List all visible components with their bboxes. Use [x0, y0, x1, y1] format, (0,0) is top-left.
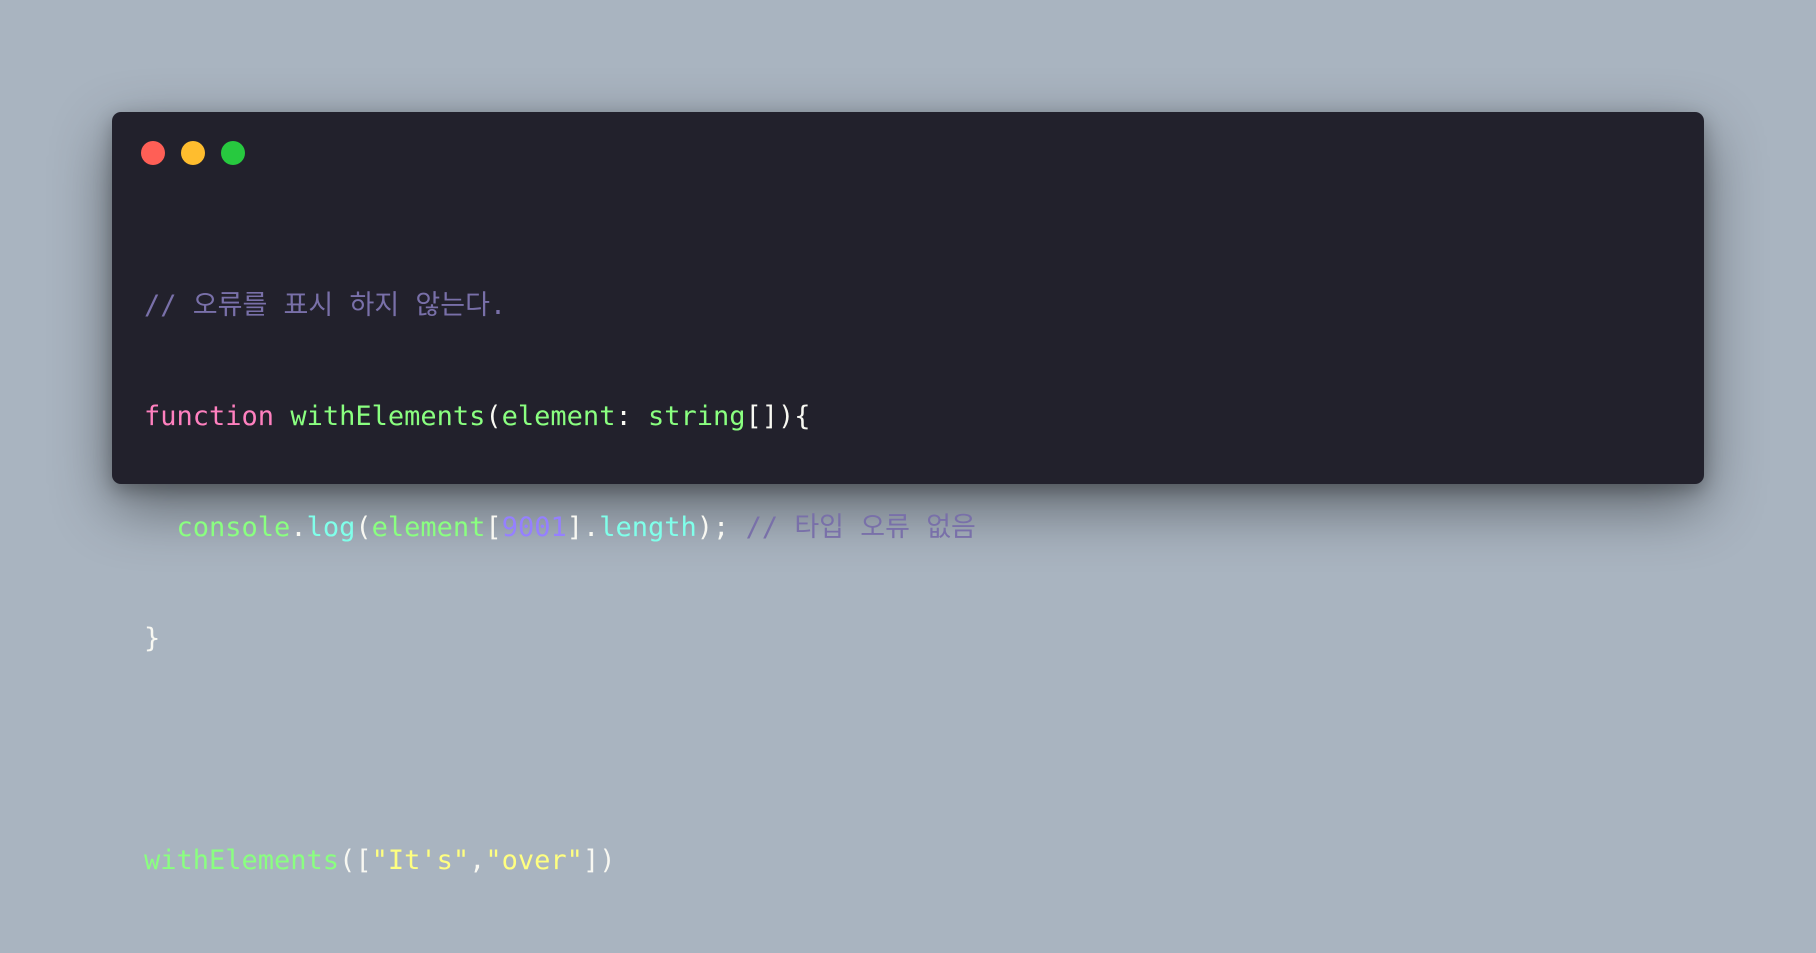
method-name: log [306, 512, 356, 543]
number-literal: 9001 [501, 512, 567, 543]
code-line-2: function withElements(element: string[])… [144, 398, 976, 435]
code-window: // 오류를 표시 하지 않는다. function withElements(… [112, 112, 1704, 876]
minimize-dot-icon[interactable] [181, 141, 205, 165]
punctuation: [ [485, 512, 502, 543]
type-name: string [647, 401, 746, 432]
code-comment: // 오류를 표시 하지 않는다. [144, 290, 507, 321]
string-literal: "It's" [371, 845, 470, 876]
punctuation: ] [566, 512, 583, 543]
punctuation: : [615, 401, 632, 432]
punctuation: ); [696, 512, 730, 543]
keyword-function: function [144, 401, 275, 432]
function-call: withElements [144, 845, 340, 876]
punctuation: } [144, 623, 161, 654]
punctuation: . [582, 512, 600, 543]
string-literal: "over" [485, 845, 583, 876]
object-name: console [176, 512, 291, 543]
parameter-name: element [501, 401, 616, 432]
code-comment: // 타입 오류 없음 [745, 512, 976, 543]
punctuation: ( [485, 401, 502, 432]
punctuation: ([ [339, 845, 372, 876]
property-name: length [599, 512, 697, 543]
punctuation: , [469, 845, 486, 876]
punctuation: [] [745, 401, 779, 432]
code-line-6: withElements(["It's","over"]) [144, 842, 976, 879]
punctuation: ]) [582, 845, 616, 876]
punctuation: ){ [778, 401, 811, 432]
window-controls [141, 141, 261, 165]
code-block: // 오류를 표시 하지 않는다. function withElements(… [144, 213, 976, 953]
code-line-4: } [144, 620, 976, 657]
maximize-dot-icon[interactable] [221, 141, 245, 165]
identifier: element [371, 512, 486, 543]
code-line-1: // 오류를 표시 하지 않는다. [144, 287, 976, 324]
punctuation: ( [355, 512, 372, 543]
function-name: withElements [290, 401, 486, 432]
code-line-3: console.log(element[9001].length); // 타입… [144, 509, 976, 546]
punctuation: . [290, 512, 307, 543]
close-dot-icon[interactable] [141, 141, 165, 165]
